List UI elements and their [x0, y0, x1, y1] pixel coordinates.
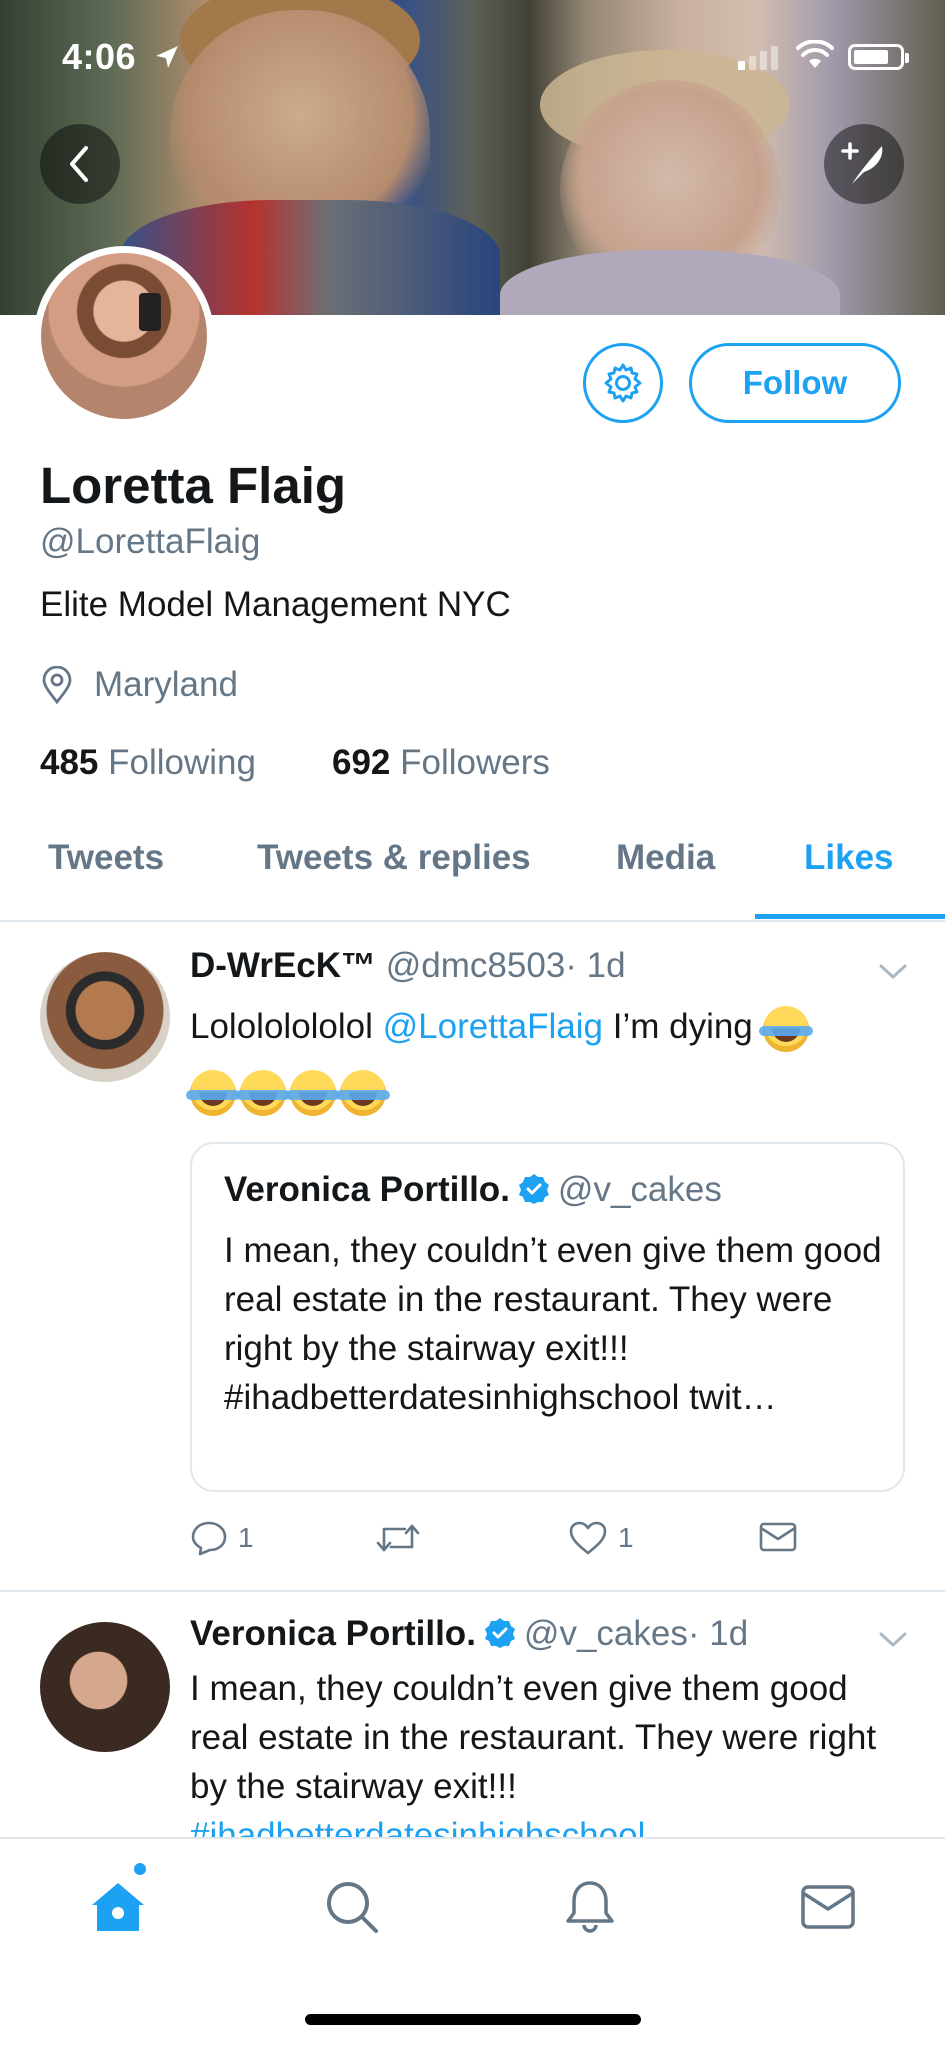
profile-location: Maryland — [40, 665, 238, 705]
quoted-tweet-card[interactable]: Veronica Portillo. @v_cakes I mean, they… — [190, 1142, 905, 1492]
tweet-header: D-WrEcK™ @dmc8503· 1d — [190, 946, 626, 986]
tweet-text-part: I mean, they couldn’t even give them goo… — [190, 1669, 877, 1806]
tweet-handle: @dmc8503 — [385, 946, 566, 985]
home-indicator-bar[interactable] — [305, 2014, 641, 2025]
tweet-text-part: Lolololololol — [190, 1007, 383, 1046]
location-text: Maryland — [94, 665, 238, 704]
envelope-icon — [759, 1522, 797, 1552]
tab-tweets-and-replies[interactable]: Tweets & replies — [257, 838, 531, 878]
wifi-icon — [796, 40, 834, 68]
chevron-left-icon — [70, 146, 88, 182]
face-with-tears-of-joy-icon — [336, 1069, 390, 1116]
back-button[interactable] — [40, 124, 120, 204]
tweet-text: Lolololololol @LorettaFlaig I’m dying — [190, 1002, 890, 1052]
tweet-header: Veronica Portillo. @v_cakes· 1d — [190, 1614, 748, 1654]
tweet-display-name[interactable]: D-WrEcK™ — [190, 946, 376, 985]
quoted-tweet-text: I mean, they couldn’t even give them goo… — [224, 1231, 882, 1417]
follow-button[interactable]: Follow — [689, 343, 901, 423]
tweet-time: · 1d — [565, 946, 626, 985]
face-with-tears-of-joy-icon — [186, 1069, 240, 1116]
share-via-message-button[interactable] — [758, 1520, 798, 1554]
tab-likes[interactable]: Likes — [804, 838, 894, 878]
followers-label: Followers — [400, 743, 550, 782]
like-button[interactable]: 1 — [568, 1520, 634, 1556]
chevron-down-icon[interactable] — [878, 962, 908, 982]
retweet-icon — [376, 1524, 420, 1552]
quoted-tweet-handle: @v_cakes — [557, 1170, 722, 1209]
messages-envelope-icon[interactable] — [798, 1877, 858, 1937]
location-services-icon — [156, 46, 178, 68]
profile-tabs: Tweets Tweets & replies Media Likes — [0, 838, 945, 922]
location-pin-icon — [42, 666, 72, 704]
tab-tweets[interactable]: Tweets — [48, 838, 164, 878]
profile-handle: @LorettaFlaig — [40, 522, 261, 561]
profile-avatar[interactable] — [34, 246, 214, 426]
notifications-bell-icon[interactable] — [560, 1877, 620, 1937]
verified-badge-icon — [518, 1174, 549, 1204]
new-content-indicator — [134, 1863, 146, 1875]
reply-count: 1 — [238, 1522, 254, 1553]
verified-badge-icon — [484, 1618, 515, 1648]
heart-icon — [569, 1521, 607, 1555]
tab-media[interactable]: Media — [616, 838, 715, 878]
profile-name: Loretta Flaig — [40, 457, 347, 514]
compose-tweet-button[interactable] — [824, 124, 904, 204]
followers-stat[interactable]: 692 Followers — [332, 743, 550, 783]
tweet-hashtag-link[interactable]: #ihadbetterdatesinhighschool — [190, 1816, 645, 1837]
tweet-author-avatar[interactable] — [40, 1622, 170, 1752]
compose-tweet-icon — [841, 142, 883, 184]
face-with-tears-of-joy-icon — [758, 1005, 813, 1052]
active-tab-indicator — [755, 914, 945, 919]
tweet-text-part: I’m dying — [603, 1007, 753, 1046]
tweet-emoji-row — [186, 1066, 390, 1116]
tweet-text: I mean, they couldn’t even give them goo… — [190, 1664, 910, 1837]
bottom-navigation-bar — [0, 1837, 945, 2048]
face-with-tears-of-joy-icon — [236, 1069, 290, 1116]
tweet-handle: @v_cakes — [523, 1614, 688, 1653]
reply-icon — [191, 1521, 227, 1556]
like-count: 1 — [618, 1522, 634, 1553]
quoted-tweet-display-name: Veronica Portillo. — [224, 1170, 510, 1209]
quoted-tweet-header: Veronica Portillo. @v_cakes — [224, 1170, 722, 1210]
home-icon[interactable] — [88, 1877, 148, 1937]
following-label: Following — [108, 743, 256, 782]
profile-settings-button[interactable] — [583, 343, 663, 423]
tweet-item-2[interactable]: Veronica Portillo. @v_cakes· 1d I mean, … — [0, 1600, 945, 1837]
tweet-divider — [0, 1590, 945, 1592]
cellular-signal-icon — [738, 46, 778, 70]
profile-stats: 485 Following 692 Followers — [40, 743, 550, 783]
followers-count: 692 — [332, 743, 391, 782]
tweet-time: · 1d — [687, 1614, 749, 1653]
gear-icon — [604, 363, 642, 403]
following-count: 485 — [40, 743, 99, 782]
tweet-author-avatar[interactable] — [40, 952, 170, 1082]
reply-button[interactable]: 1 — [190, 1520, 254, 1556]
chevron-down-icon[interactable] — [878, 1630, 908, 1650]
face-with-tears-of-joy-icon — [286, 1069, 340, 1116]
tweet-display-name[interactable]: Veronica Portillo. — [190, 1614, 476, 1653]
retweet-button[interactable] — [375, 1520, 421, 1556]
following-stat[interactable]: 485 Following — [40, 743, 256, 783]
battery-icon — [848, 44, 909, 70]
tweet-actions: 1 1 — [190, 1520, 830, 1570]
tweet-mention-link[interactable]: @LorettaFlaig — [383, 1007, 603, 1046]
profile-bio: Elite Model Management NYC — [40, 585, 511, 624]
tabs-divider — [0, 920, 945, 922]
status-bar-time: 4:06 — [62, 36, 137, 77]
search-icon[interactable] — [322, 1877, 382, 1937]
